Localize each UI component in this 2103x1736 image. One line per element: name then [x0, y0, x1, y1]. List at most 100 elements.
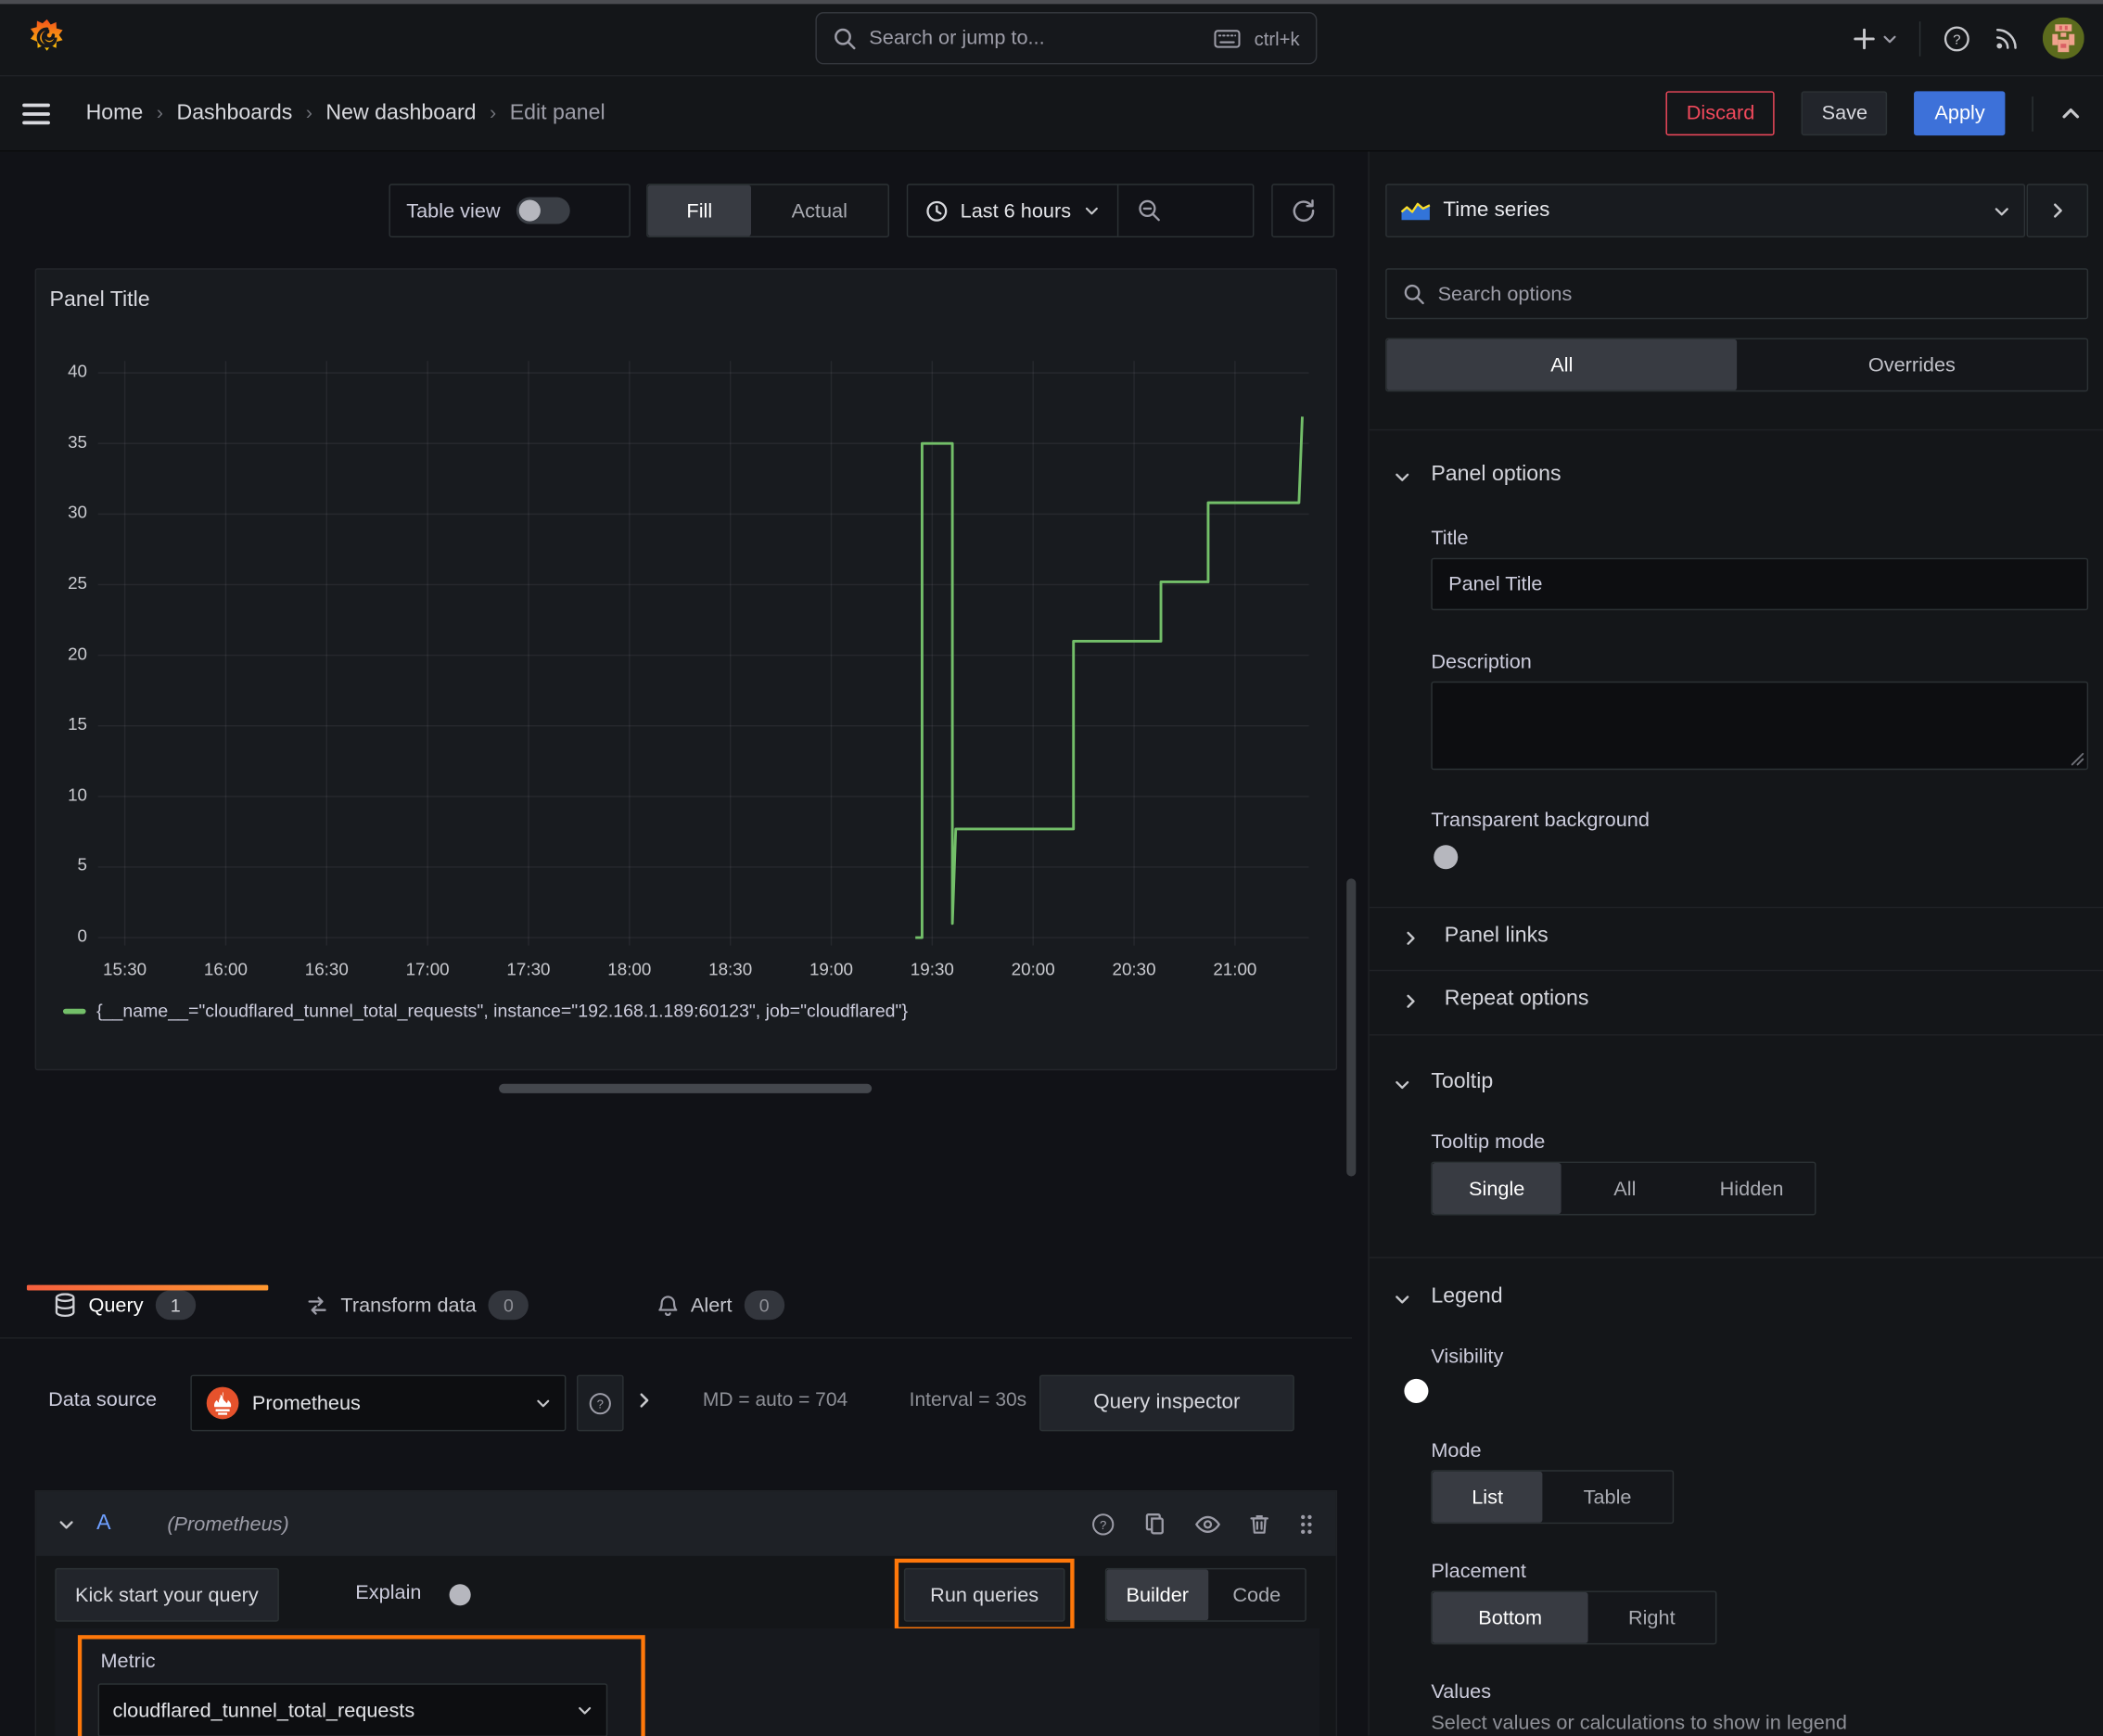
vertical-scrollbar[interactable]	[1346, 878, 1357, 1177]
query-inspector-button[interactable]: Query inspector	[1039, 1374, 1294, 1432]
time-range-label: Last 6 hours	[960, 198, 1072, 223]
drag-handle-grip-icon[interactable]	[1298, 1513, 1314, 1536]
query-row-header[interactable]: A (Prometheus) ?	[36, 1491, 1336, 1556]
fill-option[interactable]: Fill	[647, 185, 751, 236]
run-queries-button[interactable]: Run queries	[903, 1567, 1065, 1622]
placement-bottom-option[interactable]: Bottom	[1432, 1591, 1588, 1643]
query-help-icon[interactable]: ?	[1090, 1511, 1115, 1536]
metric-label: Metric	[100, 1650, 156, 1673]
x-axis-label: 21:00	[1213, 959, 1257, 979]
chart-panel[interactable]: Panel Title 0 5 10 15 20 25 30 35 40 15:30 16:00 1…	[34, 268, 1338, 1071]
tab-transform-data[interactable]: Transform data 0	[306, 1273, 529, 1337]
mode-list-option[interactable]: List	[1432, 1471, 1543, 1523]
horizontal-scrollbar[interactable]	[499, 1083, 873, 1093]
options-sidebar: Time series Search options All Overrides	[1368, 151, 2103, 1736]
time-series-viz-icon	[1400, 200, 1431, 222]
chevron-right-icon[interactable]	[1402, 992, 1420, 1010]
query-count-badge: 1	[155, 1290, 196, 1321]
tab-query[interactable]: Query 1	[54, 1273, 196, 1337]
divider	[1369, 906, 2103, 909]
chart-legend[interactable]: {__name__="cloudflared_tunnel_total_requ…	[62, 1001, 908, 1021]
chevron-right-icon[interactable]	[1402, 929, 1420, 947]
user-avatar[interactable]	[2042, 17, 2084, 59]
tab-alert-label: Alert	[690, 1294, 733, 1317]
x-axis-label: 20:00	[1011, 959, 1055, 979]
y-axis-label: 20	[68, 643, 88, 664]
breadcrumb-edit-panel: Edit panel	[509, 101, 605, 124]
tooltip-hidden-option[interactable]: Hidden	[1689, 1163, 1815, 1214]
grafana-logo-icon[interactable]	[27, 18, 67, 57]
save-button[interactable]: Save	[1801, 91, 1888, 136]
panel-options-header[interactable]: Panel options	[1431, 463, 1561, 487]
collapse-options-button[interactable]	[2026, 184, 2089, 238]
panel-title-input[interactable]	[1431, 557, 2089, 611]
breadcrumb-home[interactable]: Home	[86, 101, 144, 125]
divider	[1369, 1034, 2103, 1036]
chevron-down-icon[interactable]	[1394, 468, 1411, 486]
visualization-picker[interactable]: Time series	[1385, 184, 2026, 238]
apply-button[interactable]: Apply	[1914, 91, 2006, 136]
description-textarea[interactable]	[1431, 681, 2089, 771]
chevron-right-icon[interactable]	[634, 1391, 653, 1410]
kick-start-query-button[interactable]: Kick start your query	[55, 1567, 279, 1622]
y-axis-label: 40	[68, 361, 88, 381]
refresh-icon	[1291, 198, 1315, 223]
tooltip-all-option[interactable]: All	[1561, 1163, 1689, 1214]
add-menu-button[interactable]	[1853, 26, 1898, 50]
tab-query-label: Query	[88, 1294, 144, 1317]
resize-handle-icon[interactable]	[2071, 752, 2084, 766]
chevron-down-icon[interactable]	[1394, 1076, 1411, 1093]
mode-table-option[interactable]: Table	[1542, 1472, 1672, 1523]
panel-links-section[interactable]: Panel links	[1445, 925, 1549, 949]
transform-count-badge: 0	[488, 1290, 529, 1321]
prometheus-icon	[205, 1385, 240, 1421]
zoom-out-button[interactable]	[1118, 185, 1181, 236]
fill-actual-segmented: Fill Actual	[646, 184, 889, 238]
chevron-up-icon[interactable]	[2060, 103, 2082, 124]
duplicate-query-icon[interactable]	[1144, 1512, 1167, 1536]
remove-query-trash-icon[interactable]	[1249, 1513, 1270, 1536]
tooltip-header[interactable]: Tooltip	[1431, 1070, 1493, 1094]
description-label: Description	[1431, 650, 1532, 674]
metric-select[interactable]: cloudflared_tunnel_total_requests	[97, 1683, 608, 1736]
help-icon[interactable]: ?	[1942, 23, 1971, 53]
active-tab-underline	[26, 1284, 269, 1291]
menu-hamburger-icon[interactable]	[21, 101, 51, 125]
builder-option[interactable]: Builder	[1106, 1569, 1209, 1621]
chevron-down-icon[interactable]	[57, 1515, 75, 1533]
search-options-input[interactable]: Search options	[1385, 268, 2089, 320]
top-nav-bar: Search or jump to... ctrl+k ?	[0, 0, 2103, 77]
search-shortcut: ctrl+k	[1254, 27, 1300, 49]
table-view-toggle[interactable]	[516, 197, 570, 224]
query-datasource-hint: (Prometheus)	[167, 1512, 289, 1536]
news-rss-icon[interactable]	[1993, 24, 2020, 52]
search-icon	[833, 27, 856, 50]
legend-mode-label: Mode	[1431, 1439, 1482, 1462]
datasource-help-button[interactable]: ?	[576, 1374, 624, 1432]
placement-right-option[interactable]: Right	[1588, 1592, 1715, 1643]
code-option[interactable]: Code	[1208, 1569, 1305, 1620]
breadcrumb-new-dashboard[interactable]: New dashboard	[325, 101, 476, 125]
tab-overrides[interactable]: Overrides	[1737, 339, 2087, 390]
tab-alert[interactable]: Alert 0	[657, 1273, 784, 1337]
legend-header[interactable]: Legend	[1431, 1285, 1502, 1309]
x-axis-label: 20:30	[1112, 959, 1156, 979]
time-series-chart[interactable]	[97, 361, 1309, 946]
chevron-down-icon[interactable]	[1394, 1290, 1411, 1308]
tooltip-single-option[interactable]: Single	[1432, 1163, 1561, 1215]
time-range-picker[interactable]: Last 6 hours	[908, 185, 1116, 236]
x-axis-label: 18:30	[708, 959, 753, 979]
datasource-picker[interactable]: Prometheus	[190, 1374, 567, 1432]
repeat-options-section[interactable]: Repeat options	[1445, 988, 1589, 1012]
legend-series-label[interactable]: {__name__="cloudflared_tunnel_total_requ…	[96, 1001, 908, 1021]
tab-all[interactable]: All	[1386, 338, 1738, 390]
y-axis-label: 15	[68, 713, 88, 734]
discard-button[interactable]: Discard	[1666, 91, 1776, 136]
breadcrumb-dashboards[interactable]: Dashboards	[176, 101, 292, 125]
refresh-button[interactable]	[1271, 184, 1335, 238]
global-search-input[interactable]: Search or jump to... ctrl+k	[815, 12, 1318, 65]
actual-option[interactable]: Actual	[751, 185, 888, 236]
y-axis-label: 0	[77, 925, 88, 946]
hide-response-eye-icon[interactable]	[1195, 1513, 1220, 1534]
datasource-label: Data source	[48, 1388, 158, 1411]
